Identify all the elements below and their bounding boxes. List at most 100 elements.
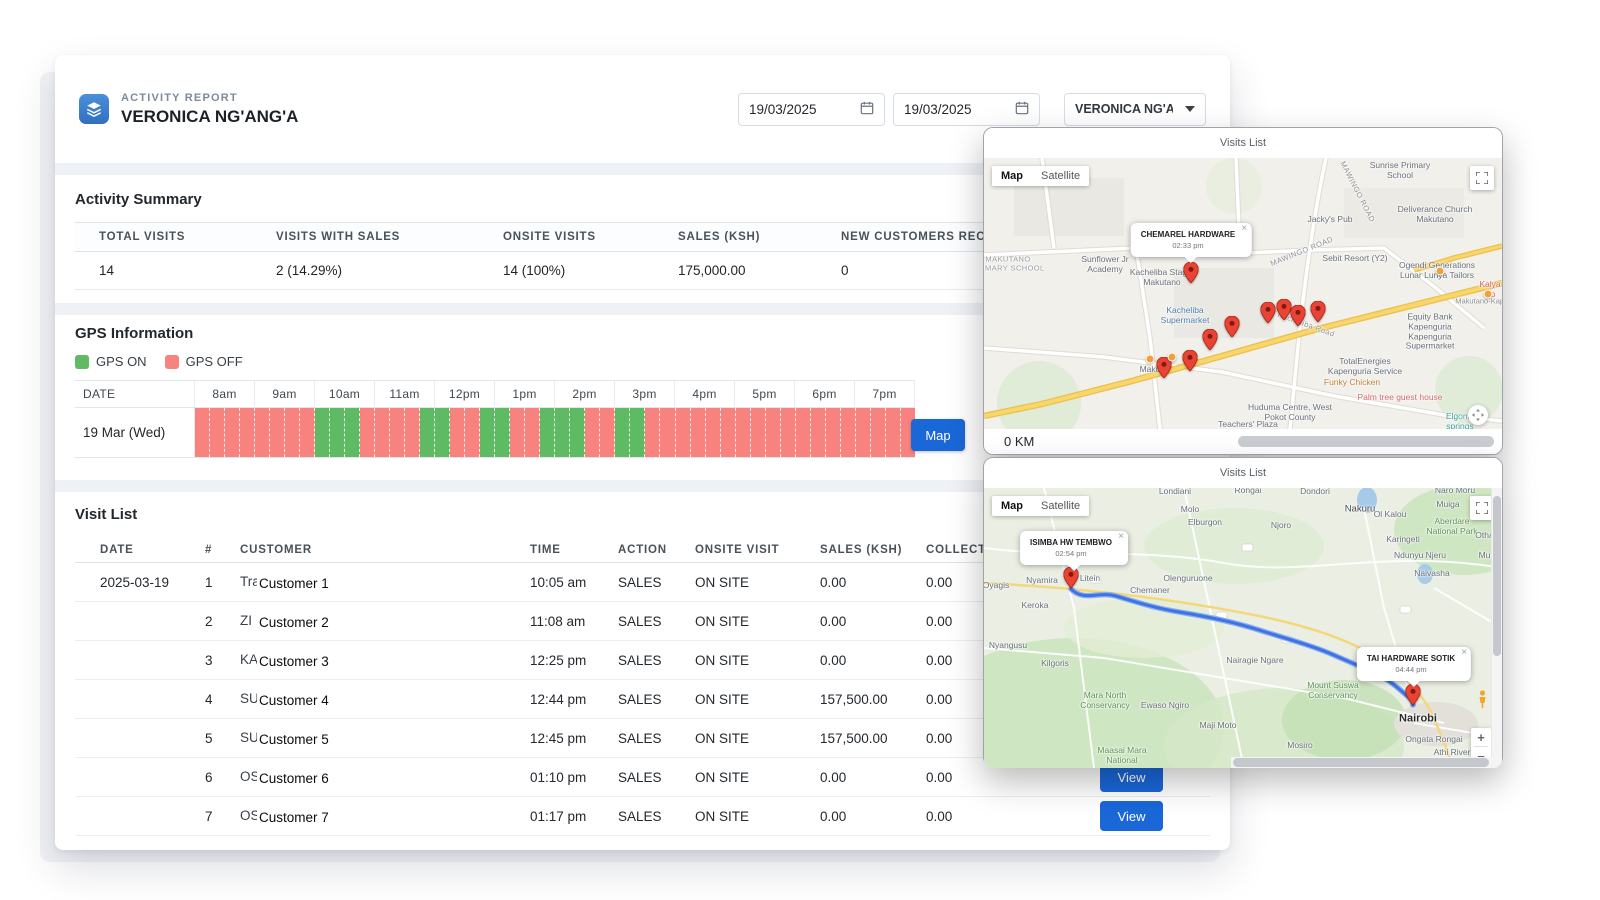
gps-off-segment [465, 408, 480, 457]
gps-off-segment [390, 408, 405, 457]
vertical-scrollbar[interactable] [1491, 488, 1502, 768]
date-from-input[interactable]: 19/03/2025 [738, 93, 885, 126]
gps-data-row: 19 Mar (Wed) [75, 408, 915, 458]
gps-off-segment [811, 408, 826, 457]
popup1-bottom-bar: 0 KM [984, 429, 1502, 454]
poi-marker[interactable] [1484, 290, 1493, 299]
report-type-label: ACTIVITY REPORT [121, 92, 738, 104]
visit-time: 01:10 pm [530, 770, 618, 785]
fullscreen-icon[interactable] [1470, 166, 1494, 190]
map1-info-window[interactable]: × CHEMAREL HARDWARE 02:33 pm [1131, 223, 1252, 257]
map2-info-window-1[interactable]: × ISIMBA HW TEMBWO 02:54 pm [1020, 531, 1128, 565]
map2-info-window-2[interactable]: × TAI HARDWARE SOTIK 04:44 pm [1357, 647, 1471, 681]
map-type-control: Map Satellite [992, 496, 1089, 516]
horizontal-scrollbar[interactable] [1238, 436, 1494, 447]
poi-marker[interactable] [1146, 355, 1155, 364]
customer-label: Customer 6 [257, 771, 334, 788]
date-to-input[interactable]: 19/03/2025 [893, 93, 1040, 126]
customer-original-text: SU [240, 691, 259, 706]
map-pin[interactable] [1183, 350, 1198, 376]
gps-off-segment [766, 408, 781, 457]
map-pin[interactable] [1291, 305, 1306, 331]
customer-label: Customer 1 [257, 576, 334, 593]
visit-number: 4 [205, 692, 240, 707]
gps-on-segment [480, 408, 495, 457]
zoom-in-button[interactable]: + [1471, 728, 1491, 746]
map-pin[interactable] [1261, 302, 1276, 328]
table-row: 7OS'Customer 701:17 pmSALESON SITE0.000.… [75, 797, 1210, 836]
pan-icon[interactable] [1468, 405, 1488, 425]
summary-column-header: TOTAL VISITS [75, 223, 252, 251]
visit-sales: 0.00 [820, 809, 926, 824]
gps-off-segment [886, 408, 901, 457]
scrollbar-corner [1491, 757, 1502, 768]
map-pin[interactable] [1225, 316, 1240, 342]
poi-marker[interactable] [1436, 267, 1445, 276]
calendar-icon [860, 101, 874, 118]
gps-off-segment [525, 408, 540, 457]
view-button[interactable]: View [1100, 801, 1163, 831]
gps-off-segment [285, 408, 300, 457]
visits-map-popup-2: Visits List [983, 457, 1503, 767]
visit-column-header: # [205, 544, 240, 556]
horizontal-scrollbar-thumb[interactable] [1233, 758, 1489, 767]
visit-customer: SUCustomer 4 [240, 680, 530, 718]
customer-original-text: ZI [240, 613, 252, 628]
summary-value: 2 (14.29%) [252, 252, 479, 290]
popup1-title: Visits List [984, 128, 1502, 158]
gps-off-segment [781, 408, 796, 457]
poi-marker[interactable] [1168, 353, 1177, 362]
gps-on-segment [435, 408, 450, 457]
chevron-down-icon [1185, 106, 1195, 112]
gps-off-segment [676, 408, 691, 457]
user-dropdown[interactable]: VERONICA NG'ANG'A [1064, 93, 1206, 126]
vertical-scrollbar-thumb[interactable] [1493, 496, 1501, 656]
header-controls: 19/03/2025 19/03/2025 VERONICA NG'ANG'A [738, 93, 1206, 126]
gps-hour-header: 3pm [615, 381, 675, 407]
pegman-icon[interactable] [1477, 690, 1488, 715]
gps-off-segment [736, 408, 751, 457]
gps-on-segment [420, 408, 435, 457]
visit-action: SALES [618, 614, 695, 629]
visit-time: 12:25 pm [530, 653, 618, 668]
gps-off-segment [375, 408, 390, 457]
map-pin[interactable] [1406, 684, 1421, 710]
gps-hour-header: 1pm [495, 381, 555, 407]
map-button[interactable]: Map [911, 419, 965, 451]
gps-hour-header: 11am [375, 381, 435, 407]
horizontal-scrollbar[interactable] [1231, 757, 1491, 768]
summary-value: 175,000.00 [654, 252, 817, 290]
info-window-time: 02:33 pm [1141, 241, 1236, 250]
gps-off-segment [645, 408, 660, 457]
gps-on-segment [540, 408, 555, 457]
map-tab[interactable]: Map [992, 496, 1032, 516]
map1-background [984, 158, 1502, 429]
map-tab[interactable]: Map [992, 166, 1032, 186]
visit-customer: OS'Customer 7 [240, 797, 530, 835]
gps-hour-header: 9am [255, 381, 315, 407]
visit-time: 11:08 am [530, 614, 618, 629]
close-icon[interactable]: × [1241, 224, 1247, 234]
gps-off-segment [796, 408, 811, 457]
close-icon[interactable]: × [1118, 532, 1124, 542]
gps-table: DATE8am9am10am11am12pm1pm2pm3pm4pm5pm6pm… [75, 380, 915, 458]
map1-canvas[interactable]: × CHEMAREL HARDWARE 02:33 pm Map Satelli… [984, 158, 1502, 429]
satellite-tab[interactable]: Satellite [1032, 496, 1089, 516]
gps-header-row: DATE8am9am10am11am12pm1pm2pm3pm4pm5pm6pm… [75, 380, 915, 408]
gps-off-segment [240, 408, 255, 457]
gps-off-segment [871, 408, 886, 457]
date-to-value: 19/03/2025 [904, 102, 972, 117]
gps-timeline [195, 408, 915, 457]
gps-off-segment [691, 408, 706, 457]
visit-number: 6 [205, 770, 240, 785]
distance-value: 0 KM [1004, 434, 1034, 449]
visit-time: 10:05 am [530, 575, 618, 590]
map2-canvas[interactable]: × ISIMBA HW TEMBWO 02:54 pm × TAI HARDWA… [984, 488, 1502, 768]
visit-onsite: ON SITE [695, 614, 820, 629]
map-pin[interactable] [1311, 301, 1326, 327]
map-pin[interactable] [1277, 299, 1292, 325]
close-icon[interactable]: × [1461, 648, 1467, 658]
map-pin[interactable] [1203, 329, 1218, 355]
map-pin[interactable] [1184, 262, 1199, 288]
satellite-tab[interactable]: Satellite [1032, 166, 1089, 186]
